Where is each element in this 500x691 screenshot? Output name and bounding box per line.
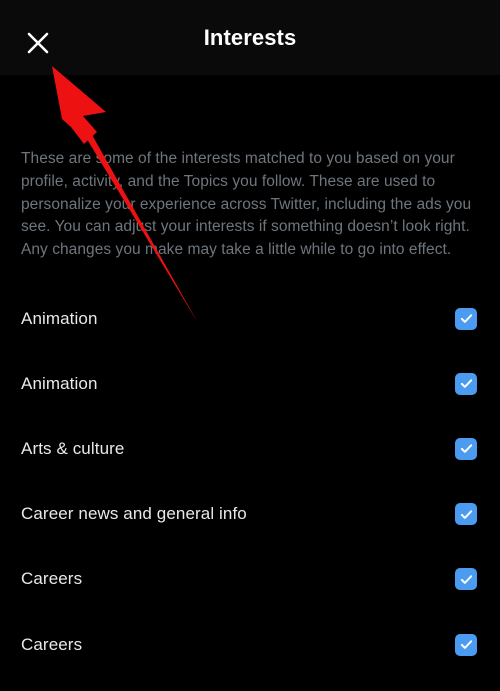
list-item[interactable]: Arts & culture [0,416,500,481]
list-item[interactable]: Career news and general info [0,482,500,547]
interest-label: Careers [21,634,83,654]
list-item[interactable]: Careers [0,612,500,677]
check-icon [459,572,474,587]
page-title: Interests [203,24,297,50]
interest-label: Arts & culture [21,438,125,458]
interest-label: Animation [21,373,98,393]
list-item[interactable]: Careers [0,547,500,612]
interest-checkbox[interactable] [455,307,477,330]
list-item[interactable]: Animation [0,286,500,351]
check-icon [459,637,474,652]
interests-screen: Interests These are some of the interest… [0,0,500,691]
list-item[interactable]: Animation [0,351,500,416]
interest-checkbox[interactable] [455,503,477,526]
interest-checkbox[interactable] [455,437,477,460]
check-icon [459,376,474,391]
content-area: These are some of the interests matched … [0,75,500,678]
interest-checkbox[interactable] [455,568,477,591]
check-icon [459,441,474,456]
check-icon [459,311,474,326]
interest-checkbox[interactable] [455,633,477,656]
interests-description: These are some of the interests matched … [21,150,472,259]
interest-label: Animation [21,308,98,328]
interest-checkbox[interactable] [455,372,477,395]
interest-label: Career news and general info [21,504,247,524]
interest-label: Careers [21,569,83,589]
interests-list: Animation Animation Arts & culture Caree… [0,286,500,677]
app-header: Interests [0,0,500,75]
check-icon [459,507,474,522]
